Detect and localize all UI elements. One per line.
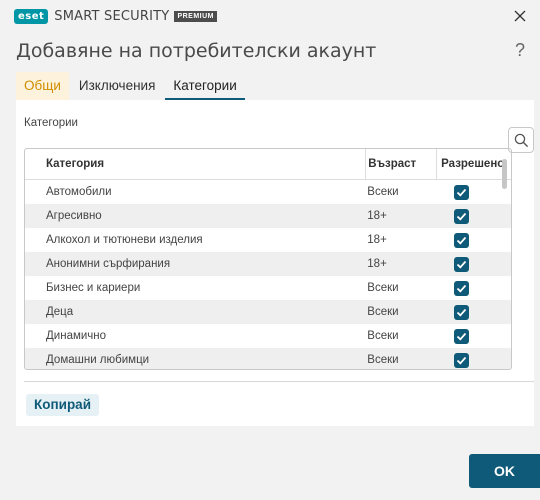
check-icon bbox=[456, 260, 467, 269]
allowed-checkbox[interactable] bbox=[454, 232, 470, 248]
table-row[interactable]: Динамично Всеки bbox=[25, 324, 511, 348]
allowed-cell bbox=[436, 348, 511, 369]
search-icon bbox=[514, 133, 528, 147]
allowed-cell bbox=[436, 300, 511, 324]
category-cell: Бизнес и кариери bbox=[46, 282, 141, 294]
allowed-checkbox[interactable] bbox=[454, 304, 470, 320]
allowed-cell bbox=[436, 180, 511, 204]
check-icon bbox=[456, 308, 467, 317]
category-cell: Анонимни сърфирания bbox=[46, 258, 171, 270]
categories-table: Категория Възраст Разрешено Автомобили В… bbox=[24, 148, 512, 370]
allowed-cell bbox=[436, 204, 511, 228]
copy-button[interactable]: Копирай bbox=[26, 394, 99, 416]
ok-button[interactable]: OK bbox=[469, 454, 540, 488]
age-cell: Всеки bbox=[367, 354, 399, 366]
age-cell: 18+ bbox=[367, 210, 387, 222]
allowed-checkbox[interactable] bbox=[454, 184, 470, 200]
category-cell: Алкохол и тютюневи изделия bbox=[46, 234, 203, 246]
allowed-cell bbox=[436, 252, 511, 276]
section-label: Категории bbox=[24, 117, 78, 129]
tab-categories[interactable]: Категории bbox=[165, 72, 245, 100]
table-row[interactable]: Домашни любимци Всеки bbox=[25, 348, 511, 369]
allowed-checkbox[interactable] bbox=[454, 256, 470, 272]
category-cell: Динамично bbox=[46, 330, 107, 342]
page-title: Добавяне на потребителски акаунт bbox=[16, 40, 377, 62]
category-cell: Автомобили bbox=[46, 186, 112, 198]
column-header-category[interactable]: Категория bbox=[25, 149, 365, 179]
check-icon bbox=[456, 188, 467, 197]
close-icon bbox=[514, 10, 526, 22]
table-row[interactable]: Бизнес и кариери Всеки bbox=[25, 276, 511, 300]
table-row[interactable]: Деца Всеки bbox=[25, 300, 511, 324]
allowed-checkbox[interactable] bbox=[454, 280, 470, 296]
divider bbox=[24, 381, 534, 382]
tab-exclusions[interactable]: Изключения bbox=[71, 72, 164, 100]
tab-general[interactable]: Общи bbox=[16, 72, 69, 100]
age-cell: Всеки bbox=[367, 186, 399, 198]
check-icon bbox=[456, 236, 467, 245]
table-header: Категория Възраст Разрешено bbox=[25, 149, 511, 180]
age-cell: Всеки bbox=[367, 306, 399, 318]
categories-panel: Категории Категория Възраст Разрешено Ав… bbox=[16, 100, 534, 426]
category-cell: Домашни любимци bbox=[46, 354, 150, 366]
help-button[interactable]: ? bbox=[510, 40, 530, 61]
close-button[interactable] bbox=[508, 4, 532, 28]
search-button[interactable] bbox=[508, 127, 534, 153]
age-cell: Всеки bbox=[367, 282, 399, 294]
title-bar: eset SMART SECURITY PREMIUM bbox=[0, 0, 540, 32]
table-scrollbar[interactable] bbox=[502, 159, 507, 189]
column-header-age[interactable]: Възраст bbox=[365, 149, 436, 179]
table-row[interactable]: Автомобили Всеки bbox=[25, 180, 511, 204]
allowed-cell bbox=[436, 324, 511, 348]
category-cell: Деца bbox=[46, 306, 74, 318]
allowed-cell bbox=[436, 276, 511, 300]
allowed-cell bbox=[436, 228, 511, 252]
table-row[interactable]: Анонимни сърфирания 18+ bbox=[25, 252, 511, 276]
allowed-checkbox[interactable] bbox=[454, 208, 470, 224]
check-icon bbox=[456, 212, 467, 221]
age-cell: 18+ bbox=[367, 258, 387, 270]
eset-logo: eset bbox=[14, 8, 49, 24]
category-cell: Агресивно bbox=[46, 210, 102, 222]
column-header-allowed[interactable]: Разрешено bbox=[436, 149, 511, 179]
product-name: SMART SECURITY bbox=[54, 8, 170, 24]
check-icon bbox=[456, 284, 467, 293]
allowed-checkbox[interactable] bbox=[454, 352, 470, 368]
edition-badge: PREMIUM bbox=[174, 10, 217, 22]
table-row[interactable]: Агресивно 18+ bbox=[25, 204, 511, 228]
tab-bar: Общи Изключения Категории bbox=[16, 72, 247, 100]
age-cell: 18+ bbox=[367, 234, 387, 246]
table-row[interactable]: Алкохол и тютюневи изделия 18+ bbox=[25, 228, 511, 252]
age-cell: Всеки bbox=[367, 330, 399, 342]
allowed-checkbox[interactable] bbox=[454, 328, 470, 344]
check-icon bbox=[456, 332, 467, 341]
check-icon bbox=[456, 356, 467, 365]
